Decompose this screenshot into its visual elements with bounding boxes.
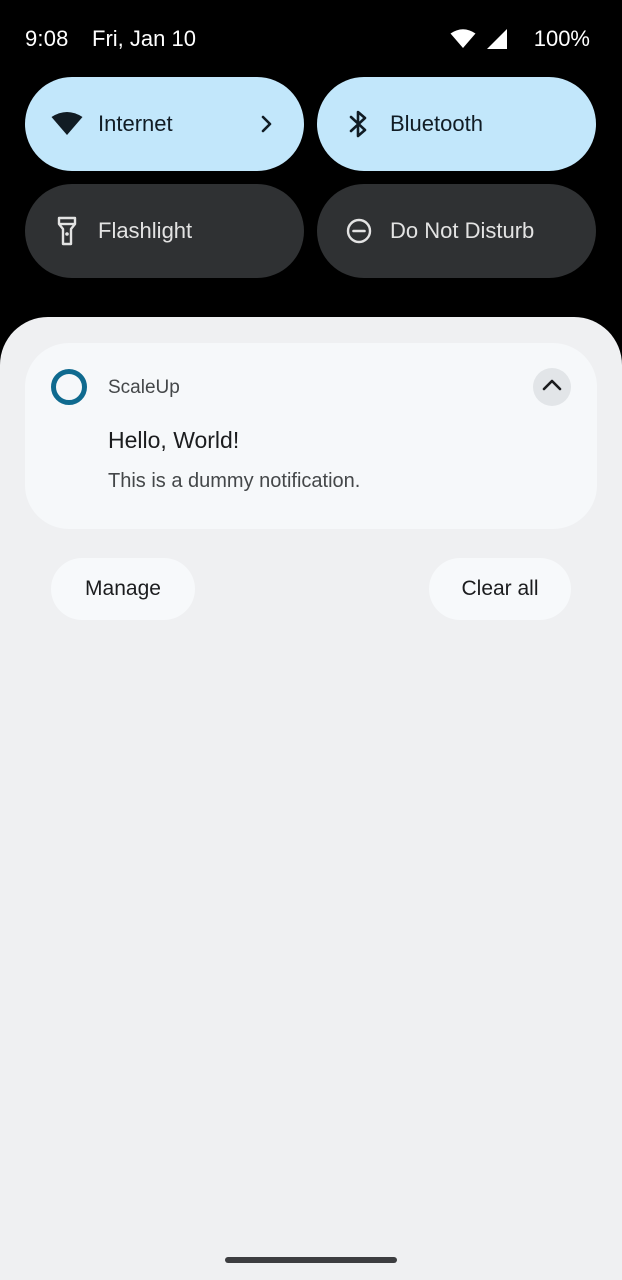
do-not-disturb-icon bbox=[343, 215, 375, 247]
chevron-right-icon bbox=[254, 112, 278, 136]
tile-internet[interactable]: Internet bbox=[25, 77, 304, 171]
app-ring-icon bbox=[50, 368, 88, 406]
wifi-icon bbox=[450, 29, 476, 49]
cell-signal-icon bbox=[486, 28, 508, 50]
tile-internet-label: Internet bbox=[98, 111, 173, 136]
notification-panel: ScaleUp Hello, World! This is a dummy no… bbox=[0, 317, 622, 1280]
tile-do-not-disturb-label: Do Not Disturb bbox=[390, 218, 535, 243]
status-time: 9:08 bbox=[25, 26, 69, 51]
status-icons: 100% bbox=[450, 26, 590, 52]
collapse-notification-button[interactable] bbox=[533, 368, 571, 406]
tile-bluetooth[interactable]: Bluetooth bbox=[317, 77, 596, 171]
tile-flashlight-label: Flashlight bbox=[98, 218, 193, 243]
status-date: Fri, Jan 10 bbox=[92, 26, 196, 51]
flashlight-icon bbox=[51, 215, 83, 247]
chevron-up-icon bbox=[541, 378, 563, 397]
tile-flashlight[interactable]: Flashlight bbox=[25, 184, 304, 278]
notification-title: Hello, World! bbox=[108, 427, 240, 453]
notification-shade-screen: 9:08 Fri, Jan 10 100% Internet Bluetooth… bbox=[0, 0, 622, 1280]
battery-percentage: 100% bbox=[533, 26, 590, 51]
manage-button[interactable]: Manage bbox=[51, 558, 195, 620]
status-bar: 9:08 Fri, Jan 10 100% bbox=[0, 0, 622, 78]
navigation-handle[interactable] bbox=[225, 1257, 397, 1263]
notification-text: This is a dummy notification. bbox=[108, 470, 361, 492]
tile-do-not-disturb[interactable]: Do Not Disturb bbox=[317, 184, 596, 278]
clear-all-button[interactable]: Clear all bbox=[429, 558, 571, 620]
notification-app-name: ScaleUp bbox=[108, 377, 180, 398]
notification-card[interactable]: ScaleUp Hello, World! This is a dummy no… bbox=[25, 343, 597, 529]
wifi-icon bbox=[51, 108, 83, 140]
tile-bluetooth-label: Bluetooth bbox=[390, 111, 483, 136]
bluetooth-icon bbox=[343, 108, 375, 140]
